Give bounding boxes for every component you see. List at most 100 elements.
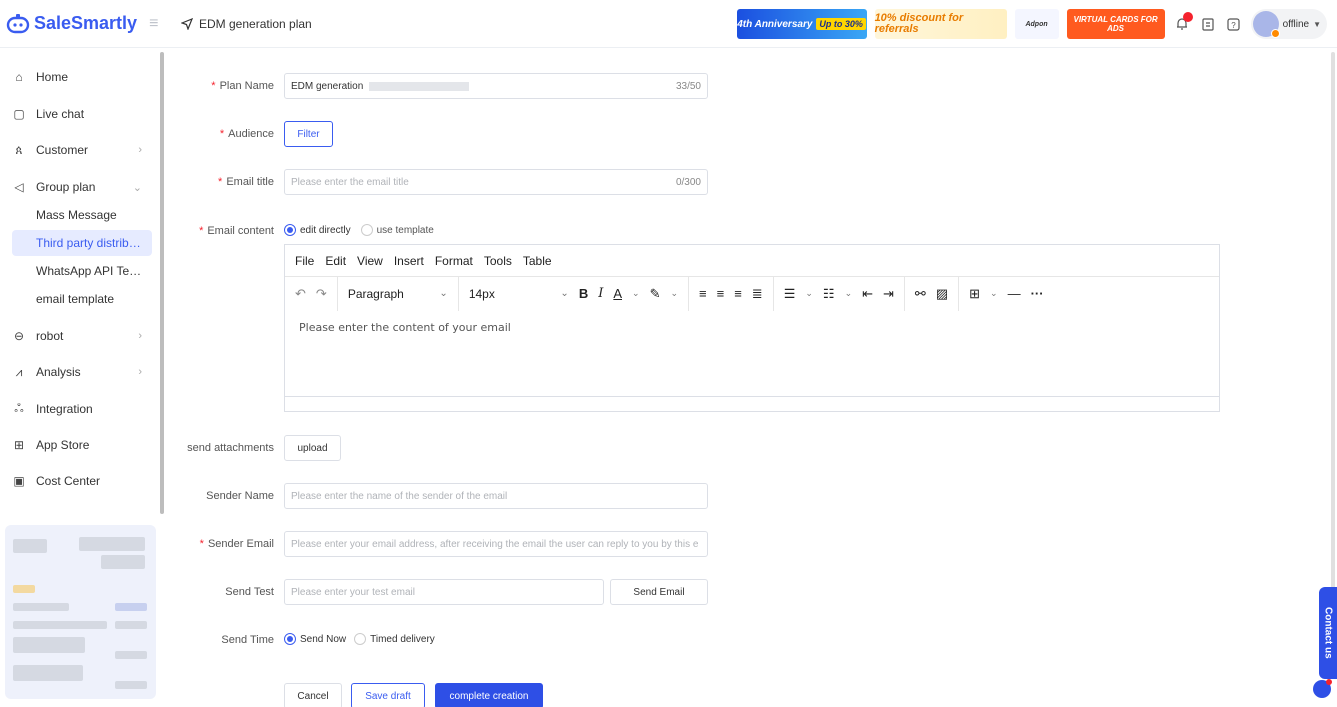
horizontal-rule-icon[interactable]: — [1008,286,1021,301]
menu-file[interactable]: File [295,254,314,268]
menu-insert[interactable]: Insert [394,254,424,268]
chevron-down-icon[interactable]: ⌄ [845,288,853,299]
vcard-text: VIRTUAL CARDS FOR ADS [1073,15,1158,33]
send-email-button[interactable]: Send Email [610,579,708,605]
email-title-placeholder: Please enter the email title [291,176,409,188]
outdent-icon[interactable]: ⇤ [862,286,873,302]
sidebar-subitem-whatsapp-api[interactable]: WhatsApp API Te… [12,258,152,284]
align-center-icon[interactable]: ≡ [717,286,725,301]
editor-content-area[interactable]: Please enter the content of your email [285,311,1219,397]
save-draft-button[interactable]: Save draft [351,683,425,707]
email-title-counter: 0/300 [675,176,701,188]
align-left-icon[interactable]: ≡ [699,286,707,301]
complete-creation-button[interactable]: complete creation [435,683,543,707]
sidebar-subitem-mass-message[interactable]: Mass Message [12,202,152,228]
virtual-cards-banner[interactable]: VIRTUAL CARDS FOR ADS [1066,9,1165,39]
robot-icon: ⊖ [13,329,25,343]
menu-tools[interactable]: Tools [484,254,512,268]
sidebar-item-analysis[interactable]: ⩘ Analysis › [0,357,156,387]
plan-name-value: EDM generation [291,80,364,92]
more-icon[interactable]: ··· [1031,286,1044,301]
referral-banner[interactable]: 10% discount for referrals [874,9,1007,39]
menu-collapse-icon[interactable]: ≡ [149,15,158,33]
highlight-icon[interactable]: ✎ [650,286,661,302]
sidebar-item-label: Home [36,70,69,84]
sidebar-item-label: Analysis [36,365,81,379]
sidebar-item-label: robot [36,329,64,343]
italic-icon[interactable]: I [598,286,603,301]
sidebar-item-app-store[interactable]: ⊞ App Store [0,430,156,460]
use-template-radio[interactable]: use template [360,224,434,236]
brand-logo[interactable]: SaleSmartly ≡ [0,13,165,34]
contact-us-tab[interactable]: Contact us [1319,587,1337,679]
test-email-input[interactable]: Please enter your test email [284,579,604,605]
menu-table[interactable]: Table [523,254,552,268]
status-dot [1270,29,1280,38]
plan-name-input[interactable]: EDM generation 33/50 [284,73,708,99]
redacted-text [369,81,470,91]
sidebar-item-label: Group plan [36,180,96,194]
chevron-down-icon: ⌄ [439,288,448,299]
bullet-list-icon[interactable]: ☰ [784,286,796,302]
sidebar-scrollbar[interactable] [160,52,164,514]
anniversary-banner[interactable]: 4th Anniversary Up to 30% [736,9,867,39]
sender-email-input[interactable]: Please enter your email address, after r… [284,531,708,557]
notification-dot [1182,12,1193,22]
chevron-down-icon[interactable]: ⌄ [990,288,998,299]
menu-format[interactable]: Format [435,254,473,268]
sidebar-item-home[interactable]: ⌂ Home [0,62,156,92]
sidebar-item-cost-center[interactable]: ▣ Cost Center [0,466,156,496]
send-time-label: Send Time [221,634,274,646]
table-icon[interactable]: ⊞ [969,286,980,302]
block-format-select[interactable]: Paragraph ⌄ [348,287,448,301]
adpon-banner[interactable]: Adpon [1014,9,1059,39]
chat-icon: ▢ [13,107,25,121]
filter-button[interactable]: Filter [284,121,333,147]
undo-icon[interactable]: ↶ [295,286,306,302]
chevron-down-icon[interactable]: ⌄ [805,288,813,299]
clipboard-icon[interactable] [1199,15,1217,33]
font-size-select[interactable]: 14px ⌄ [469,287,569,301]
sidebar-item-live-chat[interactable]: ▢ Live chat [0,99,156,129]
upload-button[interactable]: upload [284,435,341,461]
chevron-down-icon[interactable]: ⌄ [670,288,678,299]
numbered-list-icon[interactable]: ☷ [823,286,835,302]
email-title-input[interactable]: Please enter the email title 0/300 [284,169,708,195]
redo-icon[interactable]: ↷ [316,286,327,302]
link-icon[interactable]: ⚯ [915,286,926,302]
font-size-value: 14px [468,286,495,301]
page-scrollbar[interactable] [1331,52,1335,612]
cancel-button[interactable]: Cancel [284,683,342,707]
rich-text-editor: File Edit View Insert Format Tools Table… [284,244,1220,412]
adpon-text: Adpon [1025,20,1048,28]
text-color-icon[interactable]: A [613,286,622,301]
indent-icon[interactable]: ⇥ [883,286,894,302]
sidebar-item-integration[interactable]: ஃ Integration [0,394,156,424]
edit-directly-radio[interactable]: edit directly [284,224,351,236]
sidebar-item-group-plan[interactable]: ◁ Group plan ⌄ [0,172,156,202]
users-icon: ጰ [15,142,23,157]
sender-name-input[interactable]: Please enter the name of the sender of t… [284,483,708,509]
sidebar-subitem-email-template[interactable]: email template [12,286,152,312]
chevron-down-icon[interactable]: ⌄ [632,288,640,299]
sidebar-item-robot[interactable]: ⊖ robot › [0,321,156,351]
menu-edit[interactable]: Edit [325,254,346,268]
menu-view[interactable]: View [357,254,383,268]
send-test-label: Send Test [225,586,274,598]
editor-menubar: File Edit View Insert Format Tools Table [285,245,1219,277]
sidebar-item-customer[interactable]: ጰ Customer › [0,135,156,165]
align-justify-icon[interactable]: ≣ [752,286,763,302]
send-now-radio[interactable]: Send Now [284,633,346,645]
main-form: * Plan Name EDM generation 33/50 * Audienc… [172,48,1327,707]
align-right-icon[interactable]: ≡ [734,286,742,301]
help-icon[interactable]: ? [1225,15,1243,33]
app-store-icon: ⊞ [13,438,25,452]
bold-icon[interactable]: B [579,286,588,301]
bell-icon[interactable] [1173,12,1193,33]
plan-name-label: * Plan Name [211,80,274,92]
user-status-menu[interactable]: offline ▼ [1250,9,1327,39]
sidebar-subitem-third-party[interactable]: Third party distrib… [12,230,152,256]
image-icon[interactable]: ▨ [936,286,948,302]
timed-delivery-radio[interactable]: Timed delivery [354,633,435,645]
chat-bubble-icon[interactable] [1313,679,1332,698]
